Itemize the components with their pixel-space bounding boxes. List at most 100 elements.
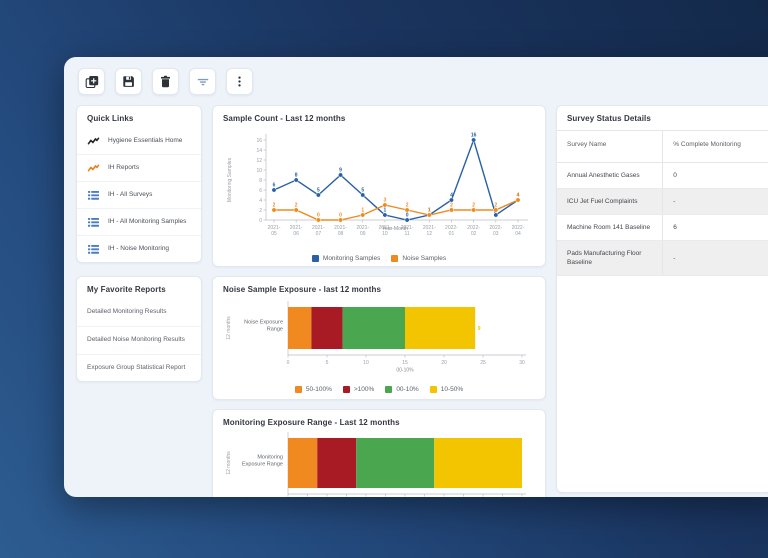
survey-row[interactable]: Machine Room 141 Baseline6 bbox=[557, 215, 768, 241]
svg-text:16: 16 bbox=[471, 133, 477, 139]
svg-text:30: 30 bbox=[519, 360, 525, 366]
svg-text:5: 5 bbox=[317, 188, 320, 194]
svg-text:8: 8 bbox=[259, 178, 262, 184]
save-icon bbox=[122, 75, 135, 88]
favorite-reports-panel: My Favorite Reports Detailed Monitoring … bbox=[76, 276, 202, 382]
svg-text:Exposure Range: Exposure Range bbox=[242, 462, 283, 468]
charts-column: Sample Count - Last 12 months 0246810121… bbox=[212, 105, 546, 497]
svg-text:2: 2 bbox=[259, 208, 262, 214]
svg-text:0: 0 bbox=[259, 218, 262, 224]
favorite-report-item[interactable]: Exposure Group Statistical Report bbox=[77, 354, 201, 382]
legend-item[interactable]: >100% bbox=[343, 386, 374, 393]
survey-row[interactable]: ICU Jet Fuel Complaints- bbox=[557, 189, 768, 215]
legend-label: 50-100% bbox=[306, 386, 332, 393]
svg-text:2: 2 bbox=[472, 203, 475, 209]
svg-text:07: 07 bbox=[316, 231, 322, 237]
toolbar bbox=[78, 68, 768, 95]
legend-swatch-icon bbox=[295, 386, 302, 393]
legend-label: 10-50% bbox=[441, 386, 463, 393]
legend-item[interactable]: Monitoring Samples bbox=[312, 255, 380, 262]
filter-button[interactable] bbox=[189, 68, 216, 95]
quick-link-label: IH - All Surveys bbox=[108, 191, 152, 200]
favorite-report-item[interactable]: Detailed Monitoring Results bbox=[77, 299, 201, 326]
dashboard-content: Quick Links Hygiene Essentials Home IH R… bbox=[76, 105, 768, 497]
survey-cell: Pads Manufacturing Floor Baseline bbox=[557, 241, 663, 276]
list-icon bbox=[87, 189, 100, 201]
quick-link-label: Hygiene Essentials Home bbox=[108, 137, 182, 146]
trend-dark-icon bbox=[87, 135, 100, 147]
svg-text:12 months: 12 months bbox=[226, 451, 232, 475]
save-button[interactable] bbox=[115, 68, 142, 95]
sample-count-legend: Monitoring Samples Noise Samples bbox=[213, 255, 545, 262]
delete-button[interactable] bbox=[152, 68, 179, 95]
svg-text:5: 5 bbox=[361, 188, 364, 194]
legend-item[interactable]: 10-50% bbox=[430, 386, 463, 393]
legend-item[interactable]: Noise Samples bbox=[391, 255, 446, 262]
legend-item[interactable]: 00-10% bbox=[385, 386, 418, 393]
svg-text:9: 9 bbox=[339, 168, 342, 174]
series-monitoring-samples: 6859510141614 bbox=[272, 133, 520, 223]
legend-label: Noise Samples bbox=[402, 255, 446, 262]
favorite-report-item[interactable]: Detailed Noise Monitoring Results bbox=[77, 326, 201, 354]
quick-link-item[interactable]: IH - All Surveys bbox=[77, 181, 201, 208]
legend-swatch-icon bbox=[385, 386, 392, 393]
svg-text:3: 3 bbox=[384, 198, 387, 204]
favorite-reports-list: Detailed Monitoring Results Detailed Noi… bbox=[77, 299, 201, 381]
svg-text:Monitoring Samples: Monitoring Samples bbox=[227, 157, 233, 202]
quick-link-item[interactable]: Hygiene Essentials Home bbox=[77, 128, 201, 154]
more-button[interactable] bbox=[226, 68, 253, 95]
legend-label: 00-10% bbox=[396, 386, 418, 393]
legend-item[interactable]: 50-100% bbox=[295, 386, 332, 393]
list-icon bbox=[87, 216, 100, 228]
legend-swatch-icon bbox=[391, 255, 398, 262]
svg-text:14: 14 bbox=[256, 148, 262, 154]
sample-count-title: Sample Count - Last 12 months bbox=[213, 106, 545, 128]
svg-text:2: 2 bbox=[450, 203, 453, 209]
more-icon bbox=[233, 75, 246, 88]
line-chart-svg: 02468101214162021-052021-062021-072021-0… bbox=[222, 128, 534, 250]
svg-text:10: 10 bbox=[363, 360, 369, 366]
svg-text:9: 9 bbox=[478, 326, 481, 332]
survey-cell: Annual Anesthetic Gases bbox=[557, 163, 663, 189]
quick-link-item[interactable]: IH - All Monitoring Samples bbox=[77, 208, 201, 235]
svg-text:12: 12 bbox=[256, 158, 262, 164]
monitoring-exposure-chart[interactable]: 024681012141618202224MonitoringExposure … bbox=[213, 432, 545, 497]
list-icon bbox=[87, 243, 100, 255]
svg-text:25: 25 bbox=[480, 360, 486, 366]
noise-exposure-legend: 50-100% >100% 00-10% 10-50% bbox=[213, 386, 545, 393]
survey-row[interactable]: Pads Manufacturing Floor Baseline- bbox=[557, 241, 768, 276]
survey-cell: 6 bbox=[663, 215, 768, 241]
survey-cell: 0 bbox=[663, 163, 768, 189]
legend-label: Monitoring Samples bbox=[323, 255, 380, 262]
survey-cell: Machine Room 141 Baseline bbox=[557, 215, 663, 241]
svg-text:04: 04 bbox=[515, 231, 521, 237]
svg-text:4: 4 bbox=[517, 193, 520, 199]
favorite-report-label: Exposure Group Statistical Report bbox=[87, 364, 185, 371]
right-column: Survey Status Details Survey Name% Compl… bbox=[556, 105, 768, 493]
add-icon bbox=[85, 75, 99, 89]
svg-text:01: 01 bbox=[449, 231, 455, 237]
noise-exposure-chart[interactable]: 05101520253000-10%Noise ExposureRange12 … bbox=[213, 299, 545, 381]
survey-status-panel: Survey Status Details Survey Name% Compl… bbox=[556, 105, 768, 493]
noise-exposure-title: Noise Sample Exposure - last 12 months bbox=[213, 277, 545, 299]
survey-cell: ICU Jet Fuel Complaints bbox=[557, 189, 663, 215]
survey-row[interactable]: Annual Anesthetic Gases0 bbox=[557, 163, 768, 189]
quick-link-label: IH - All Monitoring Samples bbox=[108, 218, 186, 227]
svg-text:4: 4 bbox=[259, 198, 262, 204]
svg-text:2: 2 bbox=[273, 203, 276, 209]
svg-text:1: 1 bbox=[428, 208, 431, 214]
svg-text:4: 4 bbox=[450, 193, 453, 199]
sample-count-chart[interactable]: 02468101214162021-052021-062021-072021-0… bbox=[213, 128, 545, 255]
svg-text:03: 03 bbox=[493, 231, 499, 237]
survey-status-title: Survey Status Details bbox=[557, 106, 768, 128]
quick-link-item[interactable]: IH - Noise Monitoring bbox=[77, 235, 201, 262]
quick-link-label: IH Reports bbox=[108, 164, 139, 173]
svg-text:Monitoring: Monitoring bbox=[257, 455, 283, 461]
svg-text:0: 0 bbox=[317, 213, 320, 219]
legend-label: >100% bbox=[354, 386, 374, 393]
add-button[interactable] bbox=[78, 68, 105, 95]
quick-link-item[interactable]: IH Reports bbox=[77, 154, 201, 181]
svg-text:2: 2 bbox=[406, 203, 409, 209]
svg-text:8: 8 bbox=[295, 173, 298, 179]
noise-exposure-panel: Noise Sample Exposure - last 12 months 0… bbox=[212, 276, 546, 400]
